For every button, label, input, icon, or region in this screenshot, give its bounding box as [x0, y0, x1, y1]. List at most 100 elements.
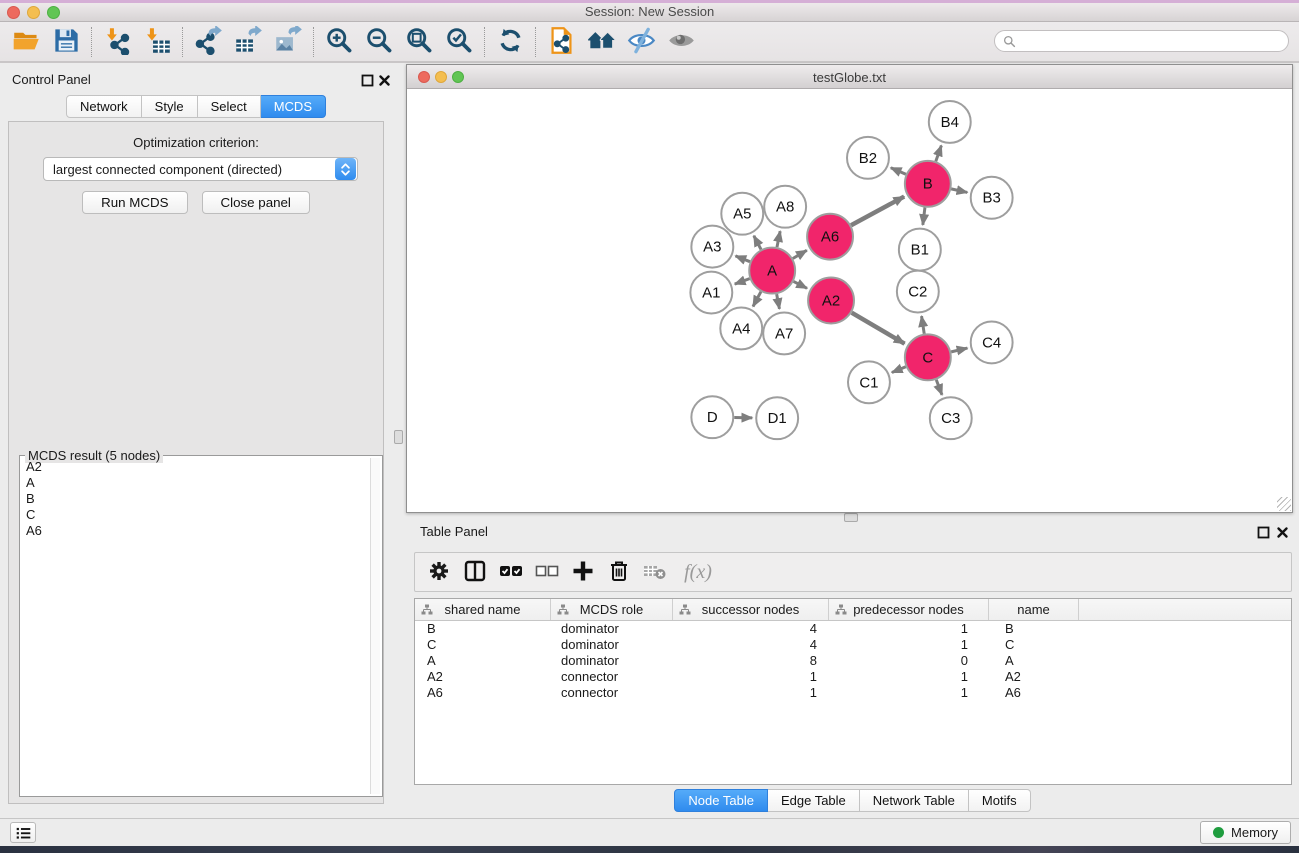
edge-A-A4[interactable] [753, 292, 761, 307]
edge-A-A1[interactable] [735, 279, 750, 284]
edge-A-A5[interactable] [754, 236, 761, 250]
memory-button[interactable]: Memory [1200, 821, 1291, 844]
result-list-scrollbar[interactable] [370, 458, 380, 794]
table-float-panel-icon[interactable] [1257, 526, 1270, 539]
node-A1[interactable]: A1 [690, 272, 732, 314]
column-header-MCDS-role[interactable]: MCDS role [551, 599, 673, 620]
run-mcds-button[interactable]: Run MCDS [82, 191, 187, 214]
node-A3[interactable]: A3 [691, 226, 733, 268]
document-network-button[interactable] [541, 25, 581, 59]
node-B3[interactable]: B3 [971, 177, 1013, 219]
eye-button[interactable] [661, 25, 701, 59]
result-item-a6[interactable]: A6 [22, 522, 369, 538]
table-row-c[interactable]: Cdominator41C [415, 637, 1291, 653]
node-A[interactable]: A [749, 248, 795, 294]
tab-node-table[interactable]: Node Table [674, 789, 768, 812]
deselect-all-button[interactable] [533, 557, 561, 587]
select-all-button[interactable] [497, 557, 525, 587]
edge-C-C4[interactable] [951, 348, 967, 352]
settings-button[interactable] [425, 557, 453, 587]
refresh-layout-button[interactable] [490, 25, 530, 59]
tab-edge-table[interactable]: Edge Table [768, 789, 860, 812]
node-C[interactable]: C [905, 334, 951, 380]
window-resize-grip[interactable] [1277, 497, 1291, 511]
edge-B-B1[interactable] [923, 208, 925, 225]
edge-A-A2[interactable] [794, 281, 807, 288]
zoom-fit-button[interactable] [399, 25, 439, 59]
save-session-button[interactable] [46, 25, 86, 59]
node-D1[interactable]: D1 [756, 397, 798, 439]
export-network-button[interactable] [188, 25, 228, 59]
zoom-in-button[interactable] [319, 25, 359, 59]
node-C2[interactable]: C2 [897, 271, 939, 313]
node-D[interactable]: D [691, 396, 733, 438]
network-window-titlebar[interactable]: testGlobe.txt [407, 65, 1292, 89]
node-C4[interactable]: C4 [971, 321, 1013, 363]
search-input[interactable] [1021, 34, 1280, 48]
export-image-button[interactable] [268, 25, 308, 59]
column-header-predecessor-nodes[interactable]: predecessor nodes [829, 599, 989, 620]
node-A8[interactable]: A8 [764, 186, 806, 228]
edge-C-C3[interactable] [936, 380, 942, 395]
node-B2[interactable]: B2 [847, 137, 889, 179]
houses-button[interactable] [581, 25, 621, 59]
table-row-a6[interactable]: A6connector11A6 [415, 685, 1291, 701]
edge-A6-B[interactable] [851, 197, 904, 226]
tab-select[interactable]: Select [198, 95, 261, 118]
close-panel-button[interactable]: Close panel [202, 191, 310, 214]
edge-B-B4[interactable] [936, 145, 942, 161]
split-columns-button[interactable] [461, 557, 489, 587]
node-A6[interactable]: A6 [807, 214, 853, 260]
float-panel-icon[interactable] [361, 74, 374, 87]
edge-A-A8[interactable] [777, 231, 780, 247]
export-table-button[interactable] [228, 25, 268, 59]
table-row-a2[interactable]: A2connector11A2 [415, 669, 1291, 685]
node-A5[interactable]: A5 [721, 193, 763, 235]
eye-slash-button[interactable] [621, 25, 661, 59]
function-button[interactable]: f(x) [677, 557, 719, 587]
node-A4[interactable]: A4 [720, 307, 762, 349]
node-B1[interactable]: B1 [899, 229, 941, 271]
result-item-b[interactable]: B [22, 490, 369, 506]
edge-C-C1[interactable] [892, 367, 906, 373]
edge-B-B2[interactable] [891, 168, 906, 175]
tab-style[interactable]: Style [142, 95, 198, 118]
open-session-button[interactable] [6, 25, 46, 59]
result-item-c[interactable]: C [22, 506, 369, 522]
edge-C-C2[interactable] [922, 316, 925, 334]
column-header-successor-nodes[interactable]: successor nodes [673, 599, 829, 620]
zoom-selected-button[interactable] [439, 25, 479, 59]
node-B4[interactable]: B4 [929, 101, 971, 143]
network-canvas[interactable]: B4 B2 B B3 A5A8A6 B1 A3 A C2 A1 A2 A4A7 C4 C C1 C3 D D1 [407, 89, 1292, 512]
edge-B-B3[interactable] [951, 189, 967, 193]
task-history-button[interactable] [10, 822, 36, 843]
column-header-shared-name[interactable]: shared name [415, 599, 551, 620]
node-A7[interactable]: A7 [763, 312, 805, 354]
table-close-panel-icon[interactable] [1276, 526, 1289, 539]
node-C3[interactable]: C3 [930, 397, 972, 439]
result-item-a2[interactable]: A2 [22, 458, 369, 474]
search-field[interactable] [994, 30, 1289, 52]
import-table-button[interactable] [137, 25, 177, 59]
tab-motifs[interactable]: Motifs [969, 789, 1031, 812]
edge-A-A7[interactable] [777, 294, 780, 309]
tab-network-table[interactable]: Network Table [860, 789, 969, 812]
add-button[interactable] [569, 557, 597, 587]
zoom-out-button[interactable] [359, 25, 399, 59]
criterion-dropdown[interactable]: largest connected component (directed) [43, 157, 358, 181]
tab-mcds[interactable]: MCDS [261, 95, 326, 118]
edge-A-A3[interactable] [735, 256, 749, 262]
node-A2[interactable]: A2 [808, 278, 854, 324]
delete-table-button[interactable] [641, 557, 669, 587]
close-panel-icon[interactable] [378, 74, 391, 87]
vertical-split-grip[interactable] [394, 430, 403, 444]
node-C1[interactable]: C1 [848, 361, 890, 403]
table-row-a[interactable]: Adominator80A [415, 653, 1291, 669]
delete-button[interactable] [605, 557, 633, 587]
result-item-a[interactable]: A [22, 474, 369, 490]
table-row-b[interactable]: Bdominator41B [415, 621, 1291, 637]
edge-A2-C[interactable] [852, 313, 905, 344]
tab-network[interactable]: Network [66, 95, 142, 118]
edge-A-A6[interactable] [793, 250, 807, 258]
node-B[interactable]: B [905, 161, 951, 207]
